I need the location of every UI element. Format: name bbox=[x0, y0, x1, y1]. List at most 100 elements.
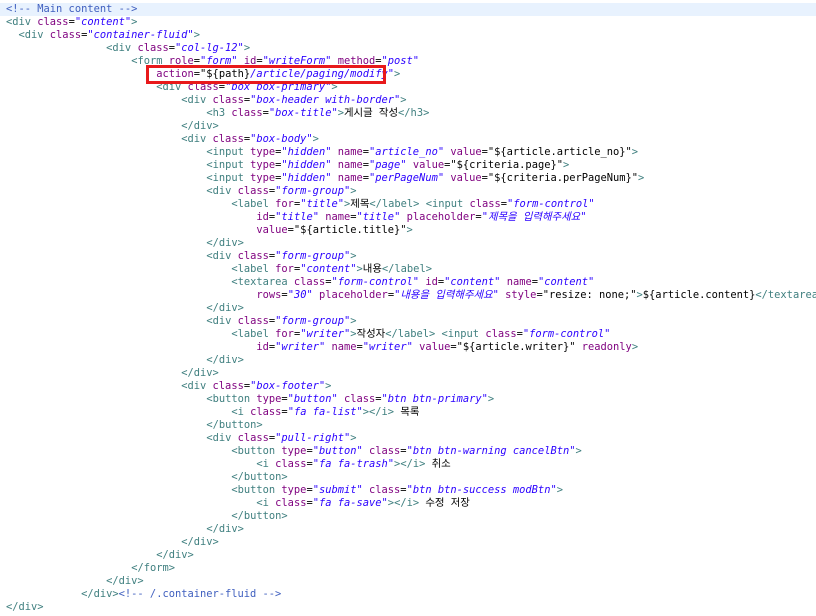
code-token: <textarea bbox=[231, 276, 294, 288]
code-token: type bbox=[281, 445, 307, 457]
code-token: name bbox=[506, 276, 532, 288]
code-token: </textarea> bbox=[755, 289, 816, 301]
code-token: > bbox=[638, 172, 645, 184]
code-token: type bbox=[250, 146, 276, 158]
code-line[interactable]: <i class="fa fa-list"></i> 목록 bbox=[0, 406, 816, 419]
code-token: type bbox=[250, 159, 276, 171]
code-token: </div> bbox=[181, 536, 219, 548]
code-line[interactable]: <input type="hidden" name="page" value="… bbox=[0, 159, 816, 172]
code-line[interactable]: <div class="content"> bbox=[0, 16, 816, 29]
code-token: </h3> bbox=[398, 107, 430, 119]
code-token: </button> bbox=[206, 419, 263, 431]
code-line[interactable]: </div> bbox=[0, 120, 816, 133]
code-token: ="${criteria.page}" bbox=[444, 159, 563, 171]
code-token: 작성자 bbox=[356, 328, 386, 340]
code-line[interactable]: </div> bbox=[0, 302, 816, 315]
code-token: "writer" bbox=[362, 341, 413, 353]
code-token: </label> bbox=[369, 198, 420, 210]
code-editor[interactable]: <!-- Main content --> <div class="content… bbox=[0, 0, 816, 616]
code-line[interactable]: <label for="title">제목</label> <input cla… bbox=[0, 198, 816, 211]
code-line[interactable]: <!-- Main content --> bbox=[0, 3, 816, 16]
code-line[interactable]: </button> bbox=[0, 471, 816, 484]
code-token: "article_no" bbox=[369, 146, 445, 158]
code-line[interactable]: </form> bbox=[0, 562, 816, 575]
code-line[interactable]: <button type="button" class="btn btn-pri… bbox=[0, 393, 816, 406]
code-token: <div bbox=[206, 250, 238, 262]
code-line[interactable]: </button> bbox=[0, 510, 816, 523]
code-line[interactable]: id="title" name="title" placeholder="제목을… bbox=[0, 211, 816, 224]
code-line[interactable]: </div><!-- /.container-fluid --> bbox=[0, 588, 816, 601]
highlight-box bbox=[146, 65, 386, 84]
code-token: <label bbox=[231, 263, 276, 275]
code-line[interactable]: </div> bbox=[0, 354, 816, 367]
code-line[interactable]: <input type="hidden" name="article_no" v… bbox=[0, 146, 816, 159]
code-line[interactable]: <div class="form-group"> bbox=[0, 250, 816, 263]
code-line[interactable]: <label for="writer">작성자</label> <input c… bbox=[0, 328, 816, 341]
code-line[interactable]: <div class="box box-primary"> bbox=[0, 81, 816, 94]
code-line[interactable]: value="${article.title}"> bbox=[0, 224, 816, 237]
code-line[interactable]: <div class="container-fluid"> bbox=[0, 29, 816, 42]
code-token: "form-control" bbox=[522, 328, 611, 340]
code-token: 내용 bbox=[362, 263, 382, 275]
code-line[interactable]: <div class="form-group"> bbox=[0, 315, 816, 328]
code-token: 게시글 작성 bbox=[343, 107, 399, 119]
code-line[interactable]: <div class="pull-right"> bbox=[0, 432, 816, 445]
code-token: class bbox=[237, 432, 269, 444]
code-line[interactable]: <div class="box-header with-border"> bbox=[0, 94, 816, 107]
code-line[interactable]: <form role="form" id="writeForm" method=… bbox=[0, 55, 816, 68]
code-line[interactable]: </div> bbox=[0, 549, 816, 562]
code-line[interactable]: <i class="fa fa-trash"></i> 취소 bbox=[0, 458, 816, 471]
code-token: class bbox=[369, 484, 401, 496]
code-line[interactable]: </button> bbox=[0, 419, 816, 432]
code-line[interactable]: rows="30" placeholder="내용을 입력해주세요" style… bbox=[0, 289, 816, 302]
code-token: <h3 bbox=[206, 107, 232, 119]
code-token: value bbox=[450, 172, 482, 184]
code-token: "pull-right" bbox=[275, 432, 351, 444]
code-line[interactable]: <div class="form-group"> bbox=[0, 185, 816, 198]
code-line[interactable]: <div class="box-footer"> bbox=[0, 380, 816, 393]
code-line[interactable]: <label for="content">내용</label> bbox=[0, 263, 816, 276]
code-token: ="resize: none;" bbox=[536, 289, 637, 301]
code-token: type bbox=[281, 484, 307, 496]
code-line[interactable]: <button type="button" class="btn btn-war… bbox=[0, 445, 816, 458]
code-token: </div> bbox=[81, 588, 119, 600]
code-token: > bbox=[631, 341, 639, 353]
code-token: > bbox=[350, 315, 357, 327]
code-token: placeholder bbox=[318, 289, 388, 301]
code-token: ="${article.article_no}" bbox=[481, 146, 632, 158]
code-line[interactable]: <input type="hidden" name="perPageNum" v… bbox=[0, 172, 816, 185]
code-line[interactable]: </div> bbox=[0, 237, 816, 250]
code-line[interactable]: <h3 class="box-title">게시글 작성</h3> bbox=[0, 107, 816, 120]
code-line[interactable]: </div> bbox=[0, 523, 816, 536]
code-token: <input bbox=[206, 172, 251, 184]
code-token: "30" bbox=[287, 289, 313, 301]
code-line[interactable]: id="writer" name="writer" value="${artic… bbox=[0, 341, 816, 354]
code-line[interactable]: </div> bbox=[0, 601, 816, 614]
code-token: "post" bbox=[381, 55, 420, 67]
code-token: "btn btn-warning cancelBtn" bbox=[406, 445, 576, 457]
code-line[interactable]: action="${path}/article/paging/modify"> bbox=[0, 68, 816, 81]
code-token: class bbox=[49, 29, 82, 41]
code-token: "hidden" bbox=[281, 172, 332, 184]
code-line[interactable]: </div> bbox=[0, 575, 816, 588]
code-line[interactable]: </div> bbox=[0, 536, 816, 549]
code-token: > bbox=[350, 432, 357, 444]
code-line[interactable]: <div class="box-body"> bbox=[0, 133, 816, 146]
code-line[interactable]: <textarea class="form-control" id="conte… bbox=[0, 276, 816, 289]
code-token: "form-control" bbox=[507, 198, 595, 210]
code-token: "fa fa-trash" bbox=[312, 458, 395, 470]
code-token: <input bbox=[206, 159, 251, 171]
code-line[interactable]: <i class="fa fa-save"></i> 수정 저장 bbox=[0, 497, 816, 510]
code-token: </div> bbox=[181, 367, 219, 379]
code-token: <!-- Main content --> bbox=[6, 3, 138, 15]
code-line[interactable]: <button type="submit" class="btn btn-suc… bbox=[0, 484, 816, 497]
code-token: "box-header with-border" bbox=[250, 94, 401, 106]
code-token: > bbox=[325, 380, 332, 392]
code-line[interactable]: <div class="col-lg-12"> bbox=[0, 42, 816, 55]
code-token: "box-footer" bbox=[250, 380, 326, 392]
code-token: "form-group" bbox=[275, 315, 351, 327]
code-token: name bbox=[337, 159, 363, 171]
code-token: "button" bbox=[312, 445, 363, 457]
code-line[interactable]: </div> bbox=[0, 367, 816, 380]
code-token: "box-title" bbox=[268, 107, 338, 119]
